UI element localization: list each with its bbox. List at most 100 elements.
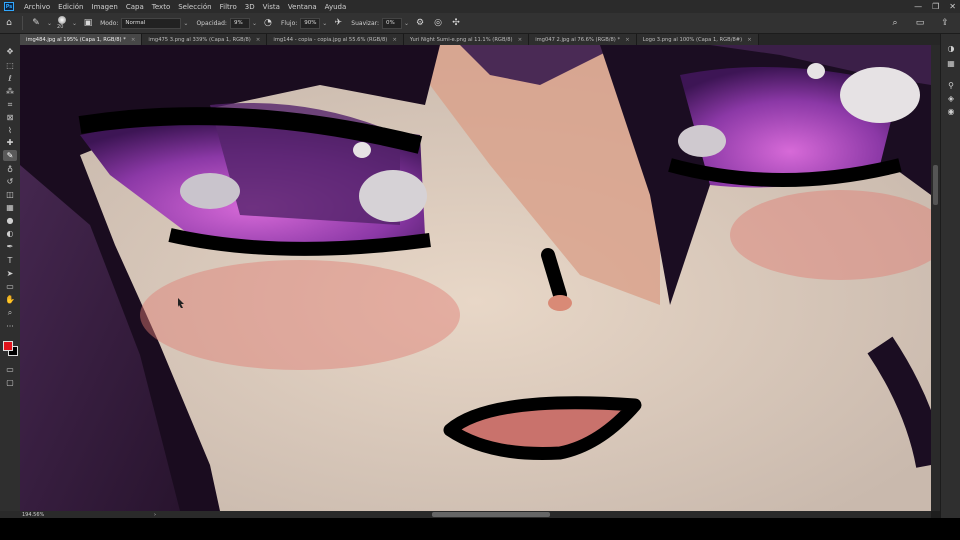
- swatches-panel-icon[interactable]: ▦: [946, 59, 956, 69]
- close-tab-icon[interactable]: ×: [131, 37, 136, 43]
- clone-stamp-tool-icon[interactable]: ♁: [3, 164, 17, 175]
- magic-wand-tool-icon[interactable]: ⁂: [3, 86, 17, 97]
- dodge-tool-icon[interactable]: ◐: [3, 228, 17, 239]
- document-tab[interactable]: img475 3.png al 339% (Capa 1, RGB/8) ×: [142, 34, 268, 45]
- chevron-down-icon[interactable]: ⌄: [47, 20, 52, 27]
- crop-tool-icon[interactable]: ⌗: [3, 99, 17, 110]
- vertical-scroll-thumb[interactable]: [933, 165, 938, 205]
- options-right: ⌕ ▭ ⇪: [886, 13, 954, 33]
- screen-mode-icon[interactable]: ▢: [3, 377, 17, 388]
- chevron-down-icon[interactable]: ⌄: [72, 20, 77, 27]
- photoshop-logo: Ps: [4, 2, 14, 11]
- opacity-input[interactable]: 9%: [229, 17, 250, 29]
- eyedropper-tool-icon[interactable]: ⌇: [3, 125, 17, 136]
- history-brush-tool-icon[interactable]: ↺: [3, 176, 17, 187]
- tab-label: img047 2.jpg al 76.6% (RGB/8) *: [535, 36, 621, 43]
- menu-vista[interactable]: Vista: [259, 3, 284, 11]
- marquee-tool-icon[interactable]: ⬚: [3, 60, 17, 71]
- foreground-color-swatch[interactable]: [3, 341, 13, 351]
- more-tools-icon[interactable]: ···: [3, 321, 17, 332]
- symmetry-icon[interactable]: ✣: [449, 16, 463, 30]
- brush-size-picker[interactable]: 20: [54, 15, 70, 31]
- blur-tool-icon[interactable]: ●: [3, 215, 17, 226]
- healing-brush-tool-icon[interactable]: ✚: [3, 137, 17, 148]
- frame-tool-icon[interactable]: ⊠: [3, 112, 17, 123]
- close-tab-icon[interactable]: ×: [256, 37, 261, 43]
- status-arrow[interactable]: ›: [154, 512, 156, 518]
- chevron-down-icon[interactable]: ⌄: [252, 20, 257, 27]
- document-canvas[interactable]: [20, 45, 931, 511]
- adjustments-panel-icon[interactable]: ⚲: [946, 81, 956, 91]
- horizontal-scroll-thumb[interactable]: [432, 512, 550, 517]
- brush-settings-icon[interactable]: ▣: [81, 16, 95, 30]
- close-window-button[interactable]: ✕: [949, 2, 956, 11]
- close-tab-icon[interactable]: ×: [747, 37, 752, 43]
- pressure-size-icon[interactable]: ◎: [431, 16, 445, 30]
- document-tab[interactable]: Logo 3.png al 100% (Capa 1, RGB/8#) ×: [636, 34, 759, 45]
- vertical-scrollbar[interactable]: [931, 45, 940, 511]
- window-controls: — ❐ ✕: [914, 0, 956, 13]
- mode-select[interactable]: Normal: [121, 17, 182, 29]
- document-tab[interactable]: Yuri Night Sumi-e.png al 11.1% (RGB/8) ×: [403, 34, 530, 45]
- eraser-tool-icon[interactable]: ◫: [3, 189, 17, 200]
- right-panel-strip: ◑ ▦ ⚲ ◈ ◉: [940, 34, 960, 518]
- menu-3d[interactable]: 3D: [241, 3, 259, 11]
- document-tab[interactable]: img144 - copia - copia.jpg al 55.6% (RGB…: [267, 34, 404, 45]
- chevron-down-icon[interactable]: ⌄: [322, 20, 327, 27]
- menu-seleccion[interactable]: Selección: [174, 3, 215, 11]
- path-selection-tool-icon[interactable]: ➤: [3, 268, 17, 279]
- menu-filtro[interactable]: Filtro: [216, 3, 241, 11]
- menu-imagen[interactable]: Imagen: [88, 3, 122, 11]
- search-icon[interactable]: ⌕: [888, 16, 902, 30]
- document-tabs: img484.jpg al 195% (Capa 1, RGB/8) * × img…: [20, 34, 940, 45]
- menu-texto[interactable]: Texto: [148, 3, 174, 11]
- document-tab[interactable]: img484.jpg al 195% (Capa 1, RGB/8) * ×: [20, 34, 143, 45]
- workspace-icon[interactable]: ▭: [913, 16, 927, 30]
- maximize-button[interactable]: ❐: [932, 2, 939, 11]
- hand-tool-icon[interactable]: ✋: [3, 294, 17, 305]
- brush-preset-icon[interactable]: ✎: [29, 16, 43, 30]
- flow-input[interactable]: 90%: [300, 17, 321, 29]
- rectangle-tool-icon[interactable]: ▭: [3, 281, 17, 292]
- pressure-opacity-icon[interactable]: ◔: [261, 16, 275, 30]
- document-tab[interactable]: img047 2.jpg al 76.6% (RGB/8) * ×: [529, 34, 637, 45]
- photoshop-window: Ps Archivo Edición Imagen Capa Texto Sel…: [0, 0, 960, 540]
- pen-tool-icon[interactable]: ✒: [3, 241, 17, 252]
- menu-ayuda[interactable]: Ayuda: [321, 3, 351, 11]
- close-tab-icon[interactable]: ×: [392, 37, 397, 43]
- home-icon[interactable]: ⌂: [2, 16, 16, 30]
- gradient-tool-icon[interactable]: ▦: [3, 202, 17, 213]
- close-tab-icon[interactable]: ×: [518, 37, 523, 43]
- flow-label: Flujo:: [280, 19, 298, 27]
- channels-panel-icon[interactable]: ◉: [946, 107, 956, 117]
- color-panel-icon[interactable]: ◑: [946, 44, 956, 54]
- tab-label: Logo 3.png al 100% (Capa 1, RGB/8#): [642, 36, 743, 43]
- zoom-level[interactable]: 194.56%: [22, 512, 44, 518]
- lasso-tool-icon[interactable]: ℓ: [3, 73, 17, 84]
- chevron-down-icon[interactable]: ⌄: [183, 20, 188, 27]
- smoothing-label: Suavizar:: [351, 19, 380, 27]
- chevron-down-icon[interactable]: ⌄: [404, 20, 409, 27]
- type-tool-icon[interactable]: T: [3, 255, 17, 266]
- smoothing-input[interactable]: 0%: [382, 17, 403, 29]
- tab-label: Yuri Night Sumi-e.png al 11.1% (RGB/8): [409, 36, 513, 43]
- menu-archivo[interactable]: Archivo: [20, 3, 54, 11]
- gear-icon[interactable]: ⚙: [413, 16, 427, 30]
- menu-capa[interactable]: Capa: [122, 3, 148, 11]
- share-icon[interactable]: ⇪: [938, 16, 952, 30]
- minimize-button[interactable]: —: [914, 2, 922, 11]
- brush-tool-icon[interactable]: ✎: [3, 150, 17, 161]
- zoom-tool-icon[interactable]: ⌕: [3, 307, 17, 318]
- move-tool-icon[interactable]: ✥: [3, 46, 17, 57]
- menu-bar: Ps Archivo Edición Imagen Capa Texto Sel…: [0, 0, 960, 13]
- layers-panel-icon[interactable]: ◈: [946, 94, 956, 104]
- mode-label: Modo:: [100, 19, 119, 27]
- menu-edicion[interactable]: Edición: [54, 3, 87, 11]
- menu-ventana[interactable]: Ventana: [284, 3, 321, 11]
- tab-label: img475 3.png al 339% (Capa 1, RGB/8): [148, 36, 251, 43]
- quick-mask-icon[interactable]: ▭: [3, 364, 17, 375]
- tab-label: img484.jpg al 195% (Capa 1, RGB/8) *: [26, 36, 126, 43]
- airbrush-icon[interactable]: ✈: [331, 16, 345, 30]
- close-tab-icon[interactable]: ×: [625, 37, 630, 43]
- brush-tip-icon: [58, 16, 67, 24]
